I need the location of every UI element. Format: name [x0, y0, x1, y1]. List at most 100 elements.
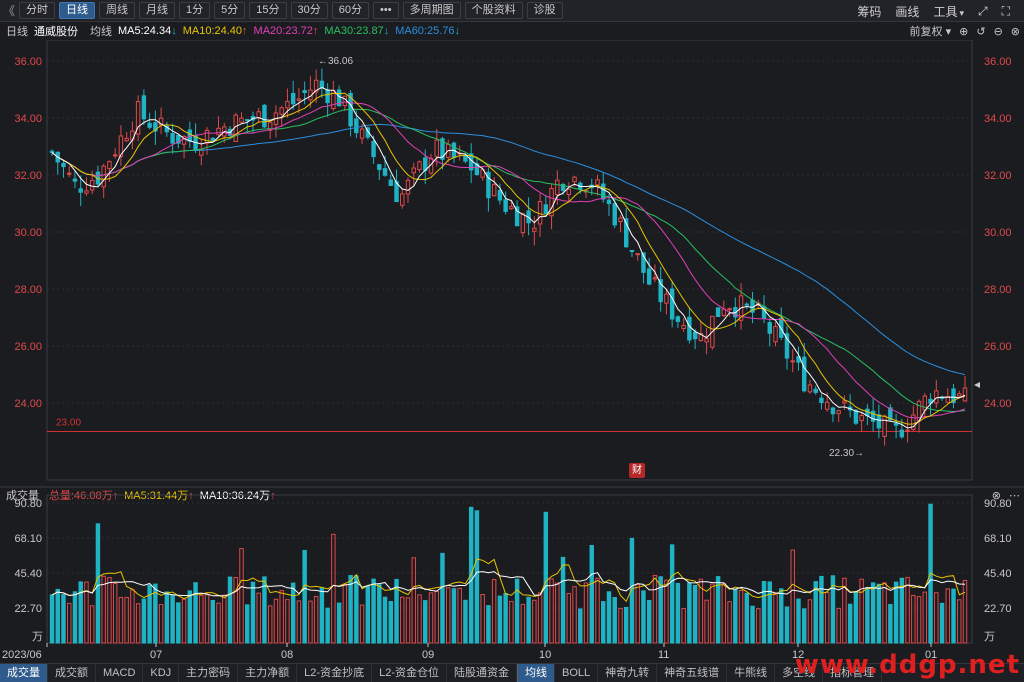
volume-bar[interactable] [555, 582, 560, 644]
tools-button[interactable]: 工具 ▾ [933, 3, 964, 20]
candle-body[interactable] [727, 308, 732, 311]
indicator-tab[interactable]: BOLL [555, 664, 599, 682]
volume-bar[interactable] [118, 596, 124, 644]
volume-bar[interactable] [170, 594, 175, 644]
candle-body[interactable] [876, 414, 882, 429]
candle-body[interactable] [962, 387, 968, 402]
candle-body[interactable] [819, 397, 824, 404]
volume-bar[interactable] [72, 591, 78, 644]
period-tab[interactable]: 诊股 [526, 2, 563, 19]
volume-bar[interactable] [893, 581, 899, 644]
volume-bar[interactable] [589, 545, 594, 644]
volume-bar[interactable] [135, 603, 141, 644]
volume-bar[interactable] [423, 600, 428, 644]
candle-body[interactable] [84, 190, 89, 194]
indicator-tab[interactable]: 主力密码 [179, 664, 239, 682]
volume-bar[interactable] [922, 591, 928, 644]
expand-icon[interactable]: ⤢ [978, 4, 988, 19]
candle-body[interactable] [319, 80, 325, 89]
volume-bar[interactable] [365, 585, 371, 644]
indicator-tab[interactable]: 牛熊线 [727, 664, 776, 682]
candle-body[interactable] [618, 217, 623, 223]
volume-bar[interactable] [55, 588, 60, 644]
volume-bar[interactable] [807, 599, 813, 644]
candle-body[interactable] [859, 415, 864, 422]
volume-bar[interactable] [187, 590, 193, 644]
candle-body[interactable] [767, 322, 772, 334]
volume-bar[interactable] [526, 596, 531, 644]
volume-bar[interactable] [319, 587, 325, 644]
volume-bar[interactable] [635, 584, 640, 644]
volume-bar[interactable] [681, 608, 686, 644]
candle-body[interactable] [566, 188, 572, 195]
indicator-tab[interactable]: L2-资金抄底 [297, 664, 373, 682]
volume-bar[interactable] [578, 608, 583, 644]
volume-bar[interactable] [796, 598, 801, 644]
candle-body[interactable] [141, 95, 147, 120]
volume-bar[interactable] [870, 582, 876, 644]
close-icon[interactable]: ⊗ [1011, 25, 1020, 38]
volume-bar[interactable] [474, 510, 480, 644]
volume-bar[interactable] [733, 588, 738, 644]
candle-body[interactable] [692, 331, 698, 340]
volume-bar[interactable] [486, 605, 491, 644]
volume-bar[interactable] [882, 582, 887, 644]
chip-button[interactable]: 筹码 [857, 3, 881, 20]
volume-bar[interactable] [67, 602, 72, 644]
minus-icon[interactable]: ⊖ [994, 25, 1003, 38]
candle-body[interactable] [555, 179, 560, 196]
kline-chart[interactable]: 36.00 36.00 34.00 34.00 32.00 32.00 30.00 30.00… [0, 40, 1024, 663]
candle-body[interactable] [675, 316, 681, 322]
volume-bar[interactable] [325, 607, 330, 644]
volume-bar[interactable] [836, 607, 841, 644]
volume-bar[interactable] [377, 584, 382, 644]
volume-bar[interactable] [957, 599, 962, 644]
volume-bar[interactable] [342, 583, 348, 644]
volume-bar[interactable] [348, 575, 353, 644]
volume-bar[interactable] [824, 592, 830, 644]
candle-body[interactable] [124, 137, 129, 142]
candle-body[interactable] [790, 360, 795, 363]
volume-bar[interactable] [451, 588, 457, 644]
candle-body[interactable] [302, 90, 307, 94]
volume-bar[interactable] [514, 578, 520, 644]
volume-bar[interactable] [371, 578, 376, 644]
volume-bar[interactable] [687, 582, 692, 644]
indicator-tab[interactable]: KDJ [143, 664, 180, 682]
candle-body[interactable] [572, 176, 577, 183]
candle-body[interactable] [67, 172, 72, 175]
volume-bar[interactable] [865, 587, 870, 644]
candle-body[interactable] [824, 401, 830, 410]
volume-bar[interactable] [354, 575, 359, 644]
candle-body[interactable] [957, 393, 962, 397]
period-tab[interactable]: 5分 [214, 2, 246, 19]
candle-body[interactable] [245, 119, 250, 122]
candle-body[interactable] [290, 92, 296, 105]
volume-bar[interactable] [497, 595, 503, 644]
volume-bar[interactable] [250, 581, 256, 644]
period-tab[interactable]: 分时 [19, 2, 56, 19]
volume-bar[interactable] [664, 579, 669, 644]
period-tab[interactable]: 1分 [179, 2, 211, 19]
volume-bar[interactable] [336, 602, 342, 644]
volume-bar[interactable] [440, 552, 445, 644]
volume-bar[interactable] [101, 575, 106, 644]
volume-bar[interactable] [457, 587, 462, 644]
volume-bar[interactable] [612, 597, 617, 644]
candle-body[interactable] [239, 117, 244, 123]
volume-bar[interactable] [112, 582, 118, 644]
candle-body[interactable] [210, 137, 216, 141]
volume-bar[interactable] [537, 592, 543, 644]
volume-bar[interactable] [302, 549, 307, 644]
volume-bar[interactable] [245, 604, 250, 644]
candle-body[interactable] [606, 199, 612, 205]
volume-bar[interactable] [773, 592, 778, 644]
volume-bar[interactable] [750, 605, 755, 644]
volume-bar[interactable] [962, 579, 968, 644]
volume-bar[interactable] [210, 599, 216, 644]
candle-body[interactable] [601, 183, 606, 200]
volume-bar[interactable] [572, 586, 577, 644]
volume-bar[interactable] [784, 606, 790, 644]
period-tab[interactable]: 多周期图 [402, 2, 461, 19]
volume-bar[interactable] [675, 582, 681, 644]
